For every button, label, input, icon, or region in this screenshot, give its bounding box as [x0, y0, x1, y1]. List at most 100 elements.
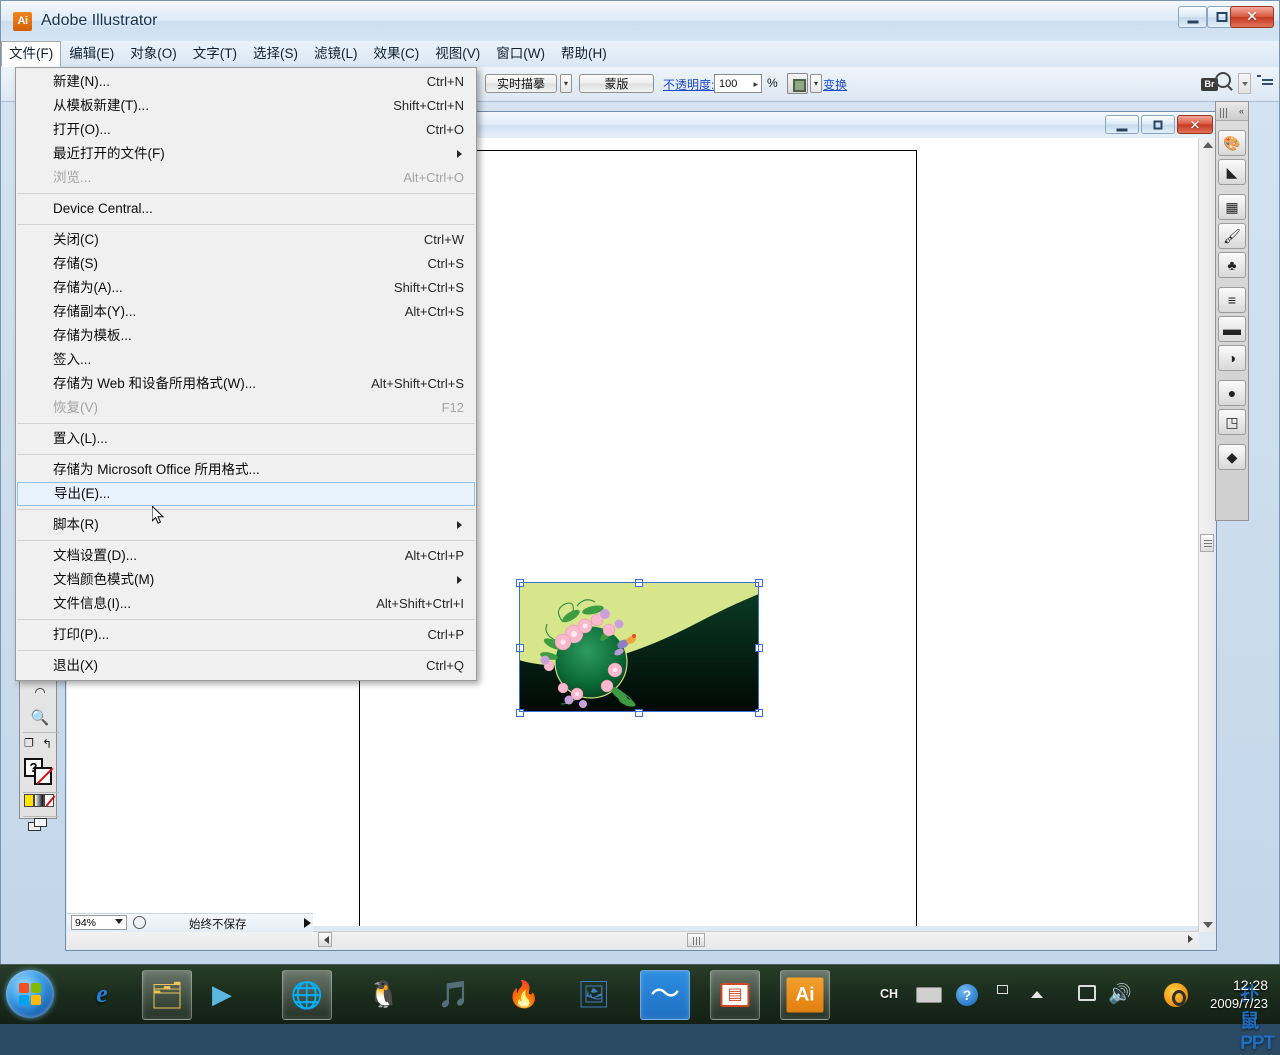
menu-item[interactable]: 打开(O)... Ctrl+O: [16, 118, 476, 142]
file-dropdown-menu[interactable]: 新建(N)... Ctrl+N 从模板新建(T)... Shift+Ctrl+N 打开(…: [15, 67, 477, 681]
scroll-down-arrow[interactable]: [1203, 922, 1213, 928]
fill-stroke-swatch[interactable]: ?: [24, 758, 54, 786]
menu-item[interactable]: 存储副本(Y)... Alt+Ctrl+S: [16, 300, 476, 324]
color-mode-row[interactable]: [24, 794, 56, 807]
transform-link[interactable]: 变换: [823, 76, 847, 93]
screen-mode-tool[interactable]: [28, 818, 48, 832]
menu-item[interactable]: Device Central...: [16, 197, 476, 221]
vertical-scrollbar-thumb[interactable]: [1200, 534, 1214, 552]
menu-edit[interactable]: 编辑(E): [61, 41, 122, 66]
menu-item[interactable]: 关闭(C) Ctrl+W: [16, 228, 476, 252]
menu-filter[interactable]: 滤镜(L): [306, 41, 366, 66]
menu-item[interactable]: 打印(P)... Ctrl+P: [16, 623, 476, 647]
dock-header[interactable]: «: [1216, 102, 1248, 121]
selection-handle-bc[interactable]: [635, 709, 643, 717]
swatches-panel-button[interactable]: ▦: [1218, 194, 1246, 220]
menu-file[interactable]: 文件(F): [1, 41, 62, 67]
appearance-panel-button[interactable]: ●: [1218, 380, 1246, 406]
menu-item[interactable]: 最近打开的文件(F): [16, 142, 476, 166]
isolate-icon[interactable]: [787, 73, 808, 94]
rotate-view-tool[interactable]: ↰: [38, 732, 56, 756]
scroll-right-arrow[interactable]: [1188, 935, 1193, 943]
document-horizontal-scrollbar[interactable]: [67, 931, 1199, 949]
brushes-panel-button[interactable]: 🖌: [1218, 223, 1246, 249]
document-restore-button[interactable]: [1141, 115, 1175, 134]
menu-effect[interactable]: 效果(C): [366, 41, 428, 66]
document-close-button[interactable]: ✕: [1177, 115, 1213, 134]
menu-select[interactable]: 选择(S): [245, 41, 306, 66]
network-icon[interactable]: [1078, 985, 1096, 1001]
chevron-down-icon[interactable]: [115, 919, 123, 924]
input-method-indicator[interactable]: CH: [880, 987, 898, 1001]
opacity-label[interactable]: 不透明度:: [663, 76, 714, 93]
menu-view[interactable]: 视图(V): [427, 41, 488, 66]
selection-handle-tr[interactable]: [755, 579, 763, 587]
main-titlebar[interactable]: Ai Adobe Illustrator ✕: [1, 1, 1279, 42]
dock-grip[interactable]: [1220, 106, 1229, 118]
selection-handle-tc[interactable]: [635, 579, 643, 587]
horizontal-scrollbar-left-end[interactable]: [318, 932, 332, 947]
artboard-tool[interactable]: ❐: [20, 732, 38, 756]
stroke-panel-button[interactable]: ≡: [1218, 287, 1246, 313]
horizontal-scrollbar-thumb[interactable]: [687, 933, 705, 947]
bridge-dropdown[interactable]: [1238, 73, 1251, 94]
color-button[interactable]: [24, 794, 34, 807]
menu-item[interactable]: 签入...: [16, 348, 476, 372]
taskbar-media-player[interactable]: ▶: [198, 970, 246, 1018]
isolate-dropdown[interactable]: ▾: [810, 74, 822, 93]
clock-date[interactable]: 2009/7/23: [1210, 996, 1268, 1011]
bridge-icon[interactable]: Br: [1201, 72, 1233, 94]
lasso-tool[interactable]: ◠: [22, 680, 58, 704]
menu-type[interactable]: 文字(T): [185, 41, 245, 66]
volume-icon[interactable]: 🔊: [1108, 985, 1132, 1004]
document-vertical-scrollbar[interactable]: [1198, 138, 1215, 932]
menu-item[interactable]: 文档颜色模式(M): [16, 568, 476, 592]
menu-item[interactable]: 从模板新建(T)... Shift+Ctrl+N: [16, 94, 476, 118]
selection-handle-mr[interactable]: [755, 644, 763, 652]
taskbar-illustrator-app[interactable]: Ai: [780, 970, 830, 1020]
zoom-tool[interactable]: 🔍: [22, 706, 58, 730]
stroke-swatch[interactable]: [34, 767, 54, 785]
menu-item[interactable]: 文件信息(I)... Alt+Shift+Ctrl+I: [16, 592, 476, 616]
menu-item[interactable]: 退出(X) Ctrl+Q: [16, 654, 476, 678]
menu-item[interactable]: 新建(N)... Ctrl+N: [16, 70, 476, 94]
show-hidden-icons[interactable]: [1031, 991, 1043, 998]
opacity-input[interactable]: 100 ▸: [714, 74, 762, 93]
status-menu-arrow-icon[interactable]: [304, 918, 311, 928]
taskbar-file-explorer[interactable]: 🗂: [142, 970, 192, 1020]
minimize-button[interactable]: [1178, 6, 1207, 28]
help-icon[interactable]: ?: [956, 984, 978, 1006]
zoom-level-combobox[interactable]: 94%: [71, 915, 127, 930]
clock-time[interactable]: 12:28: [1233, 977, 1268, 993]
menu-object[interactable]: 对象(O): [122, 41, 185, 66]
resize-icon[interactable]: [997, 985, 1008, 994]
menu-item[interactable]: 置入(L)...: [16, 427, 476, 451]
scroll-up-arrow[interactable]: [1203, 142, 1213, 148]
none-button[interactable]: [44, 794, 56, 807]
graphic-styles-panel-button[interactable]: ◳: [1218, 409, 1246, 435]
menu-item[interactable]: 脚本(R): [16, 513, 476, 537]
gradient2-panel-button[interactable]: ▬: [1218, 316, 1246, 342]
live-trace-button[interactable]: 实时描摹: [485, 74, 557, 93]
color-panel-button[interactable]: 🎨: [1218, 130, 1246, 156]
close-button[interactable]: ✕: [1230, 6, 1274, 28]
menu-item[interactable]: 文档设置(D)... Alt+Ctrl+P: [16, 544, 476, 568]
transparency-panel-button[interactable]: ◑: [1218, 345, 1246, 371]
menu-item[interactable]: 存储为(A)... Shift+Ctrl+S: [16, 276, 476, 300]
selection-handle-br[interactable]: [755, 709, 763, 717]
start-button[interactable]: [6, 970, 54, 1018]
taskbar-kingsoft-app[interactable]: 〜: [640, 970, 690, 1020]
gradient-panel-button[interactable]: ◣: [1218, 159, 1246, 185]
mask-button[interactable]: 蒙版: [579, 74, 654, 93]
taskbar-penguin-app[interactable]: 🐧: [360, 970, 408, 1018]
menu-item[interactable]: 存储为模板...: [16, 324, 476, 348]
live-trace-dropdown[interactable]: ▾: [560, 74, 572, 93]
taskbar-kugou-music[interactable]: 🎵: [430, 970, 478, 1018]
taskbar-photo-app[interactable]: 🖼: [570, 970, 618, 1018]
menu-item[interactable]: 存储(S) Ctrl+S: [16, 252, 476, 276]
menu-help[interactable]: 帮助(H): [553, 41, 615, 66]
taskbar-powerpoint-app[interactable]: ▤: [710, 970, 760, 1020]
menu-window[interactable]: 窗口(W): [488, 41, 553, 66]
panel-menu-icon[interactable]: [1257, 75, 1273, 89]
taskbar-internet-explorer[interactable]: e: [78, 970, 126, 1018]
